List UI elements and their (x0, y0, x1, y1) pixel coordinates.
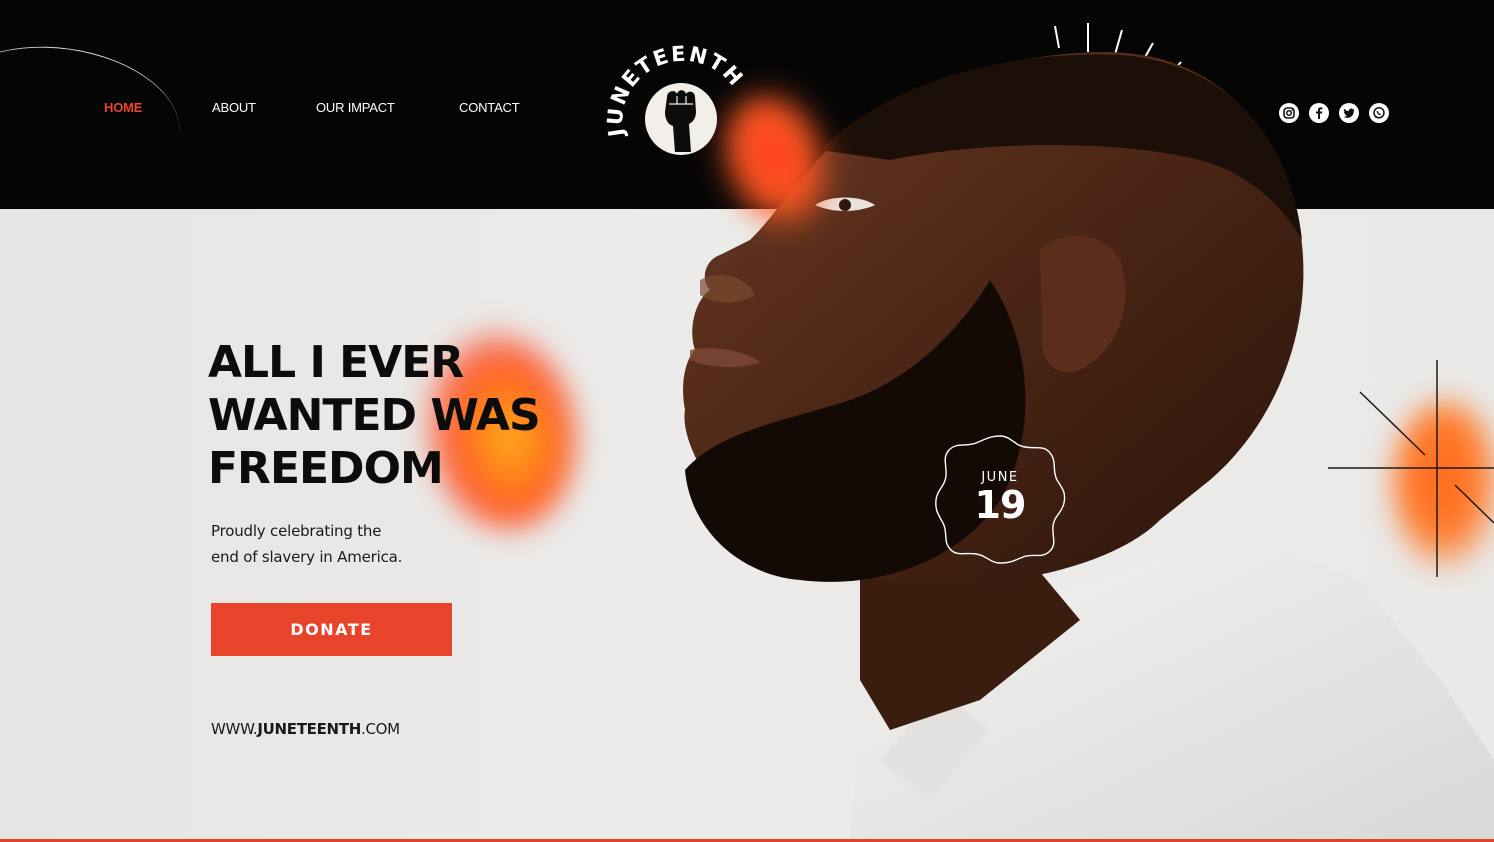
headline-line-2: WANTED WAS (208, 390, 541, 441)
headline-line-1: ALL I EVER (208, 337, 464, 388)
nav-item-contact[interactable]: CONTACT (459, 100, 520, 115)
subtext-line-2: end of slavery in America. (211, 548, 403, 566)
facebook-icon[interactable] (1309, 103, 1329, 123)
website-domain: JUNETEENTH (257, 720, 361, 738)
website-suffix: .COM (360, 720, 400, 738)
badge-day: 19 (974, 483, 1027, 527)
juneteenth-logo[interactable]: JUNETEENTH (603, 42, 753, 169)
nav-item-our-impact[interactable]: OUR IMPACT (316, 100, 395, 115)
hero-headline: ALL I EVER WANTED WAS FREEDOM (208, 336, 608, 495)
website-link[interactable]: WWW.JUNETEENTH.COM (211, 720, 400, 738)
whatsapp-icon[interactable] (1369, 103, 1389, 123)
website-prefix: WWW. (211, 720, 258, 738)
nav-item-about[interactable]: ABOUT (212, 100, 256, 115)
twitter-icon[interactable] (1339, 103, 1359, 123)
starburst-decoration (1320, 355, 1494, 585)
hero-subtext: Proudly celebrating the end of slavery i… (211, 518, 471, 570)
donate-button[interactable]: DONATE (211, 603, 452, 656)
subtext-line-1: Proudly celebrating the (211, 522, 382, 540)
date-badge: JUNE 19 (933, 433, 1067, 565)
instagram-icon[interactable] (1279, 103, 1299, 123)
social-links (1279, 103, 1389, 123)
headline-line-3: FREEDOM (208, 443, 444, 494)
nav-item-home[interactable]: HOME (104, 100, 142, 115)
